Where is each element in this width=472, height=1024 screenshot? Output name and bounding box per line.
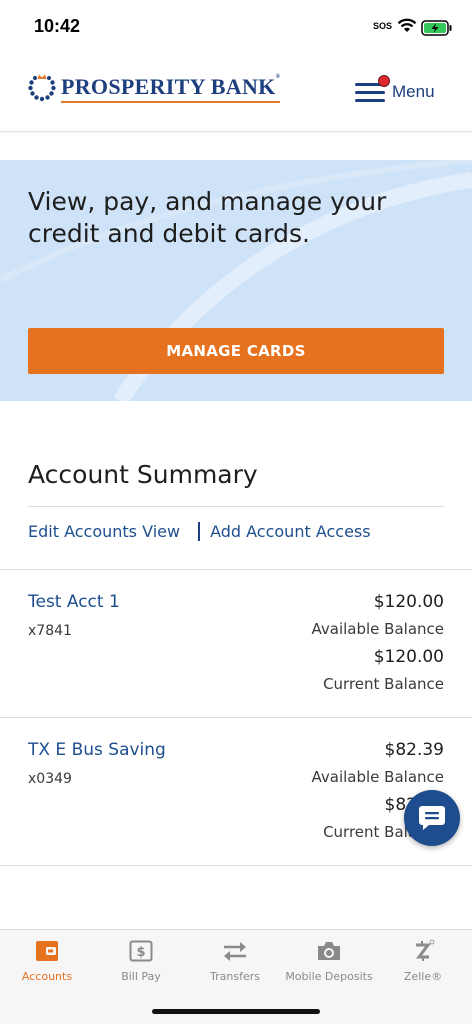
menu-button[interactable]: Menu xyxy=(355,74,451,110)
available-balance-amount: $120.00 xyxy=(373,592,444,612)
tab-bill-pay[interactable]: $ Bill Pay xyxy=(94,936,188,992)
summary-links: Edit Accounts View Add Account Access xyxy=(28,522,371,541)
available-balance-amount: $82.39 xyxy=(384,740,444,760)
chat-button[interactable] xyxy=(404,790,460,846)
account-number: x0349 xyxy=(28,771,72,787)
app-header: PROSPERITY BANK® Menu xyxy=(0,56,472,132)
camera-icon xyxy=(316,936,342,966)
wifi-icon xyxy=(397,18,417,37)
cards-promo-banner: View, pay, and manage your credit and de… xyxy=(0,160,472,401)
prosperity-bank-logo[interactable]: PROSPERITY BANK® xyxy=(26,72,281,104)
home-indicator xyxy=(152,1009,320,1014)
tab-zelle[interactable]: Zelle® xyxy=(376,936,470,992)
current-balance-amount: $120.00 xyxy=(373,647,444,667)
status-bar: 10:42 SOS xyxy=(0,0,472,56)
transfer-arrows-icon xyxy=(221,936,249,966)
crown-wreath-icon xyxy=(28,74,56,102)
chat-bubble-icon xyxy=(419,806,445,830)
banner-headline: View, pay, and manage your credit and de… xyxy=(28,187,387,248)
bill-icon: $ xyxy=(129,936,153,966)
status-sos: SOS xyxy=(373,21,393,31)
tab-label: Bill Pay xyxy=(121,970,161,983)
account-name[interactable]: TX E Bus Saving xyxy=(28,740,166,760)
logo-underline xyxy=(61,100,281,103)
menu-label: Menu xyxy=(392,82,435,101)
add-account-access-link[interactable]: Add Account Access xyxy=(210,522,371,541)
account-number: x7841 xyxy=(28,623,72,639)
brand-name: PROSPERITY BANK xyxy=(61,73,276,99)
svg-text:$: $ xyxy=(136,945,145,960)
tab-label: Zelle® xyxy=(403,970,443,983)
account-summary-title: Account Summary xyxy=(28,460,258,489)
tab-mobile-deposits[interactable]: Mobile Deposits xyxy=(282,936,376,992)
available-balance-label: Available Balance xyxy=(311,768,445,786)
account-row[interactable]: Test Acct 1 x7841 $120.00 Available Bala… xyxy=(0,570,472,718)
tab-accounts[interactable]: Accounts xyxy=(0,936,94,992)
tab-label: Mobile Deposits xyxy=(285,970,373,983)
current-balance-label: Current Balance xyxy=(323,675,444,693)
edit-accounts-view-link[interactable]: Edit Accounts View xyxy=(28,522,180,541)
account-list: Test Acct 1 x7841 $120.00 Available Bala… xyxy=(0,569,472,866)
notification-dot xyxy=(378,75,390,87)
tab-label: Transfers xyxy=(210,970,260,983)
account-row[interactable]: TX E Bus Saving x0349 $82.39 Available B… xyxy=(0,718,472,866)
tab-label: Accounts xyxy=(21,970,73,983)
link-separator xyxy=(198,522,201,541)
tab-transfers[interactable]: Transfers xyxy=(188,936,282,992)
manage-cards-button[interactable]: MANAGE CARDS xyxy=(28,328,444,374)
hamburger-icon xyxy=(355,75,390,103)
wallet-icon xyxy=(35,936,59,966)
status-time: 10:42 xyxy=(34,16,81,36)
zelle-icon xyxy=(410,936,436,966)
divider xyxy=(28,506,444,507)
available-balance-label: Available Balance xyxy=(311,620,445,638)
account-name[interactable]: Test Acct 1 xyxy=(28,592,120,612)
registered-mark: ® xyxy=(275,73,281,80)
battery-icon xyxy=(421,20,453,40)
